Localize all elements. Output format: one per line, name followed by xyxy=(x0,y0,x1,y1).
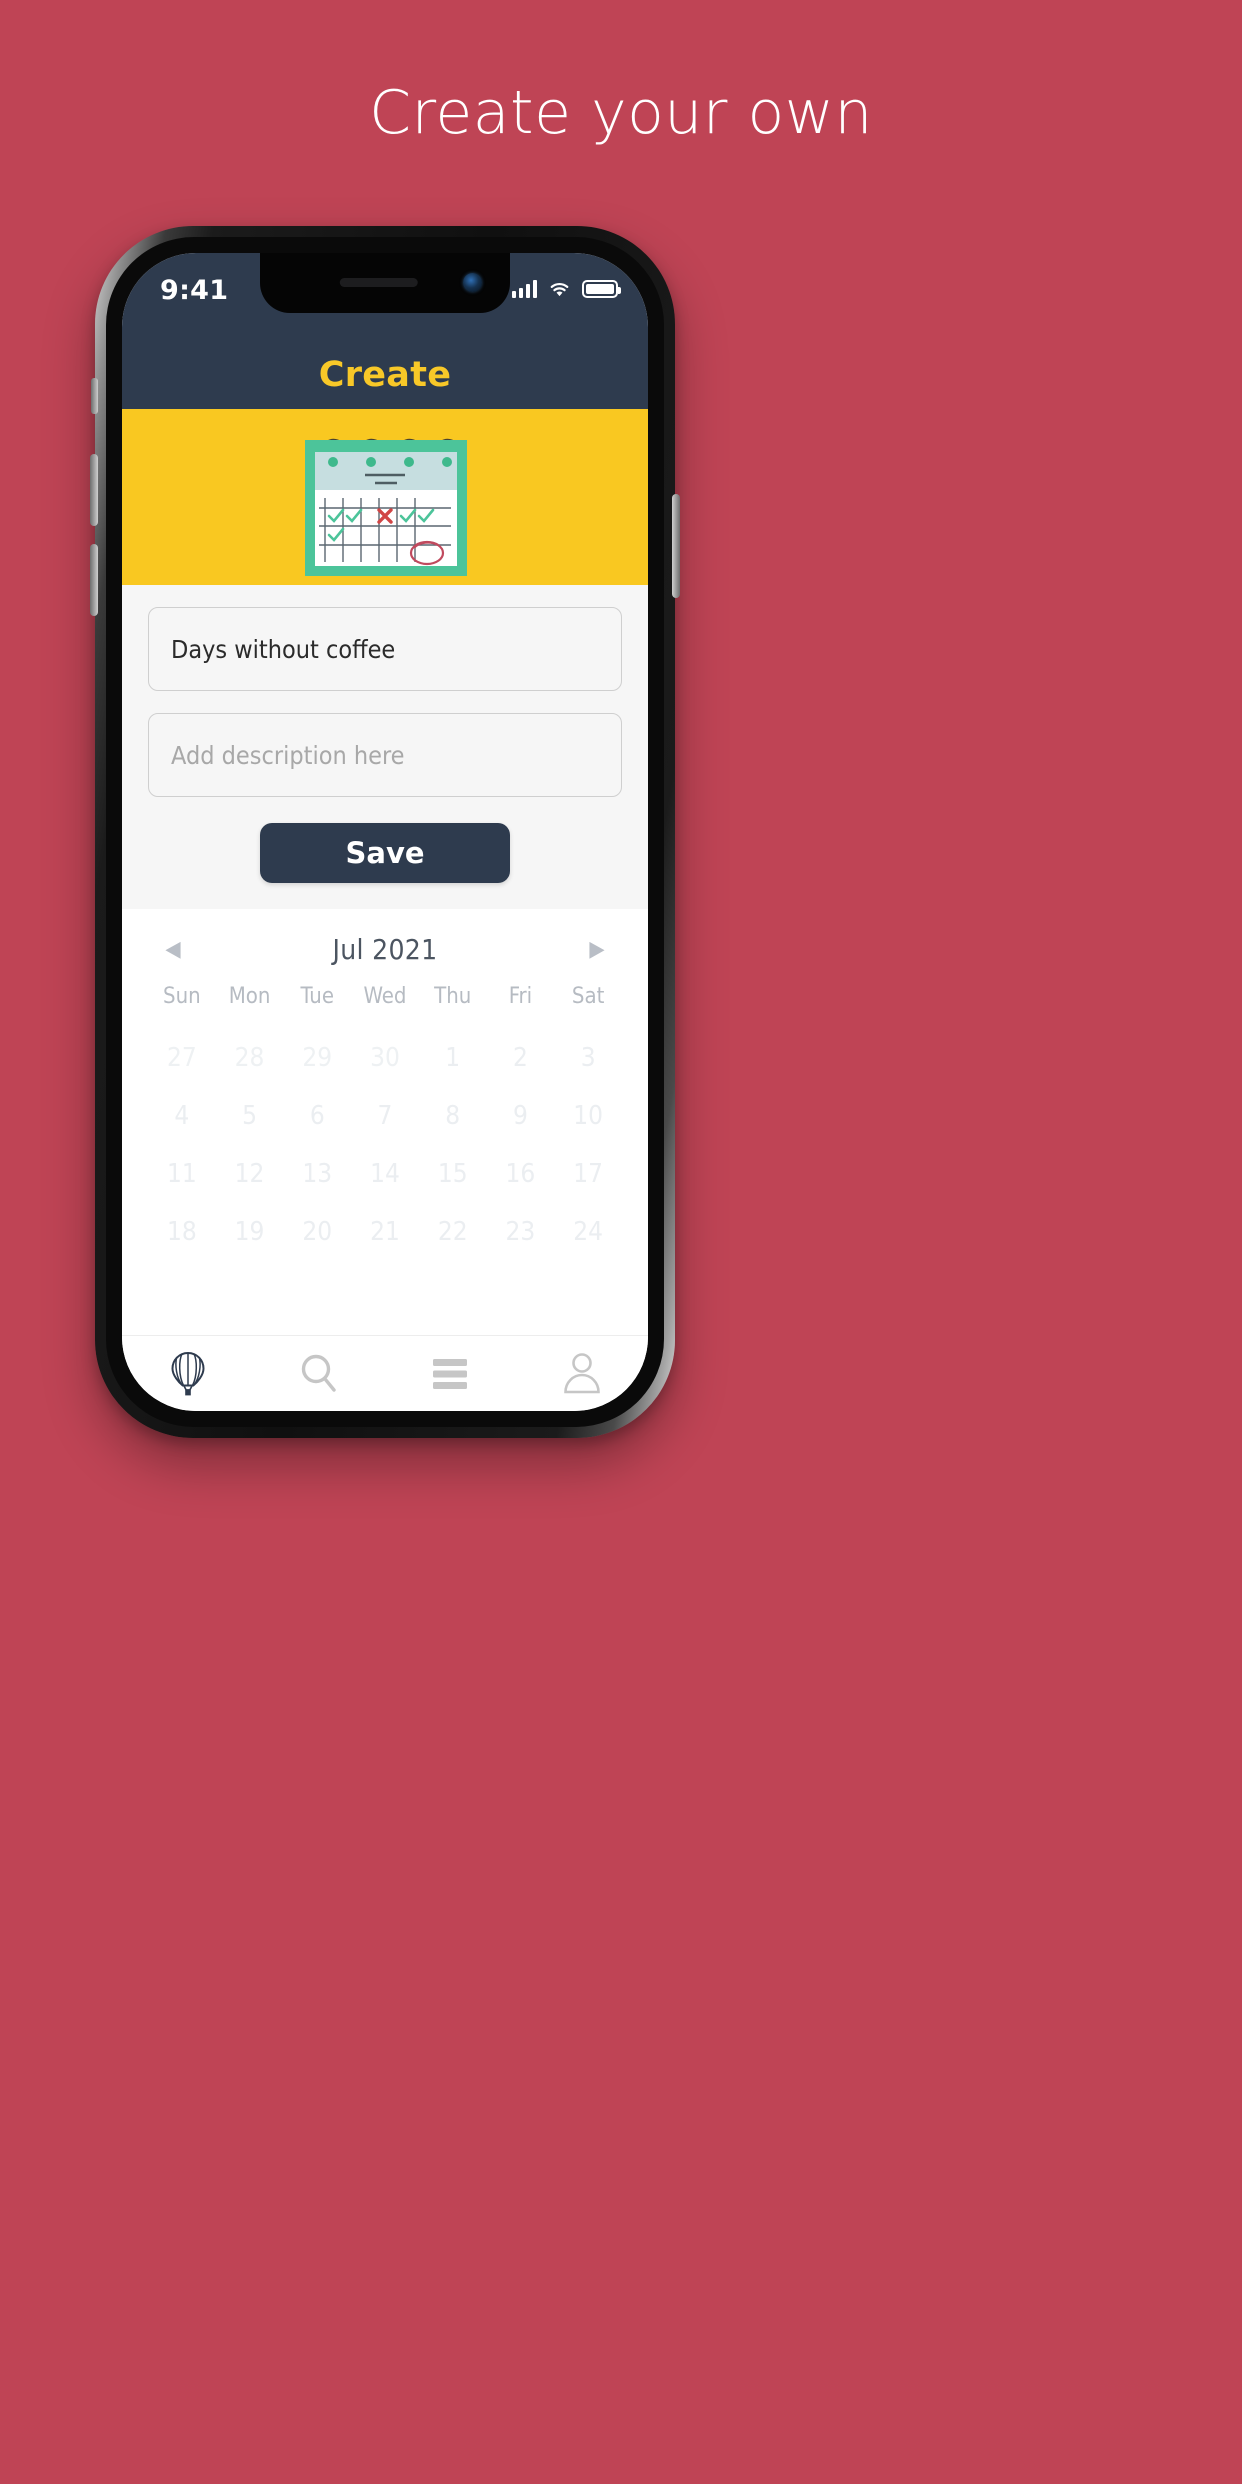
calendar-day[interactable]: 19 xyxy=(216,1217,284,1247)
profile-person-icon xyxy=(564,1352,601,1393)
calendar-month-label: Jul 2021 xyxy=(332,933,438,966)
calendar-day[interactable]: 23 xyxy=(487,1217,555,1247)
prev-month-button[interactable]: ◀ xyxy=(156,938,190,961)
calendar-day[interactable]: 15 xyxy=(419,1159,487,1189)
front-camera-icon xyxy=(463,273,482,292)
calendar-header: ◀ Jul 2021 ▶ xyxy=(148,929,622,984)
weekday-label: Sun xyxy=(163,984,201,1009)
device-notch xyxy=(260,253,510,313)
calendar-day[interactable]: 28 xyxy=(216,1043,284,1073)
wifi-icon xyxy=(550,282,569,296)
habit-description-input[interactable]: Add description here xyxy=(148,713,622,797)
create-habit-form: Days without coffee Add description here… xyxy=(122,585,648,909)
status-time: 9:41 xyxy=(160,275,229,306)
calendar-day[interactable]: 20 xyxy=(283,1217,351,1247)
tab-profile[interactable] xyxy=(517,1336,649,1411)
calendar-day[interactable]: 12 xyxy=(216,1159,284,1189)
calendar-day[interactable]: 17 xyxy=(554,1159,622,1189)
calendar-day[interactable]: 30 xyxy=(351,1043,419,1073)
tab-search[interactable] xyxy=(254,1336,386,1411)
calendar-day[interactable]: 29 xyxy=(283,1043,351,1073)
weekday-label: Wed xyxy=(363,984,407,1009)
save-button[interactable]: Save xyxy=(260,823,510,883)
volume-up-button[interactable] xyxy=(90,454,98,526)
calendar-day[interactable]: 11 xyxy=(148,1159,216,1189)
calendar-illustration xyxy=(305,438,467,576)
weekday-label: Sat xyxy=(571,984,605,1009)
calendar-day[interactable]: 1 xyxy=(419,1043,487,1073)
calendar-day[interactable]: 22 xyxy=(419,1217,487,1247)
power-button[interactable] xyxy=(672,494,680,598)
battery-icon xyxy=(582,279,621,298)
calendar-grid: Sun Mon Tue Wed Thu Fri Sat 27 28 29 30 … xyxy=(148,984,622,1247)
bottom-tab-bar xyxy=(122,1335,648,1411)
calendar-day[interactable]: 2 xyxy=(487,1043,555,1073)
phone-bezel: 9:41 Create Days without coffee Add desc… xyxy=(106,237,664,1427)
phone-device-frame: 9:41 Create Days without coffee Add desc… xyxy=(90,226,680,1438)
habit-name-input[interactable]: Days without coffee xyxy=(148,607,622,691)
calendar-day[interactable]: 6 xyxy=(283,1101,351,1131)
earpiece-speaker-icon xyxy=(339,278,418,287)
tab-list[interactable] xyxy=(385,1336,517,1411)
calendar-day[interactable]: 27 xyxy=(148,1043,216,1073)
calendar-day[interactable]: 14 xyxy=(351,1159,419,1189)
calendar-day[interactable]: 16 xyxy=(487,1159,555,1189)
calendar-day[interactable]: 5 xyxy=(216,1101,284,1131)
hero-banner xyxy=(122,409,648,585)
screen-title: Create xyxy=(318,355,452,395)
save-button-row: Save xyxy=(148,819,622,909)
calendar-day[interactable]: 3 xyxy=(554,1043,622,1073)
next-month-button[interactable]: ▶ xyxy=(580,938,614,961)
app-header: Create xyxy=(122,341,648,409)
calendar-day[interactable]: 9 xyxy=(487,1101,555,1131)
calendar-day[interactable]: 7 xyxy=(351,1101,419,1131)
search-icon xyxy=(302,1354,336,1392)
phone-screen: 9:41 Create Days without coffee Add desc… xyxy=(122,253,648,1411)
calendar-day[interactable]: 4 xyxy=(148,1101,216,1131)
weekday-label: Tue xyxy=(300,984,335,1009)
calendar-day[interactable]: 10 xyxy=(554,1101,622,1131)
status-icons xyxy=(512,279,621,298)
hot-air-balloon-icon xyxy=(171,1351,205,1395)
volume-down-button[interactable] xyxy=(90,544,98,616)
list-menu-icon xyxy=(432,1358,467,1389)
weekday-label: Mon xyxy=(228,984,271,1009)
calendar-section: ◀ Jul 2021 ▶ Sun Mon Tue Wed Thu Fri Sat… xyxy=(122,909,648,1247)
cellular-signal-icon xyxy=(512,279,537,298)
page-title: Create your own xyxy=(369,78,873,148)
status-bar: 9:41 xyxy=(122,253,648,341)
calendar-day[interactable]: 18 xyxy=(148,1217,216,1247)
calendar-day[interactable]: 13 xyxy=(283,1159,351,1189)
tab-home[interactable] xyxy=(122,1336,254,1411)
mute-switch[interactable] xyxy=(91,378,98,414)
weekday-label: Fri xyxy=(508,984,533,1009)
weekday-label: Thu xyxy=(434,984,472,1009)
calendar-day[interactable]: 21 xyxy=(351,1217,419,1247)
calendar-day[interactable]: 8 xyxy=(419,1101,487,1131)
calendar-day[interactable]: 24 xyxy=(554,1217,622,1247)
